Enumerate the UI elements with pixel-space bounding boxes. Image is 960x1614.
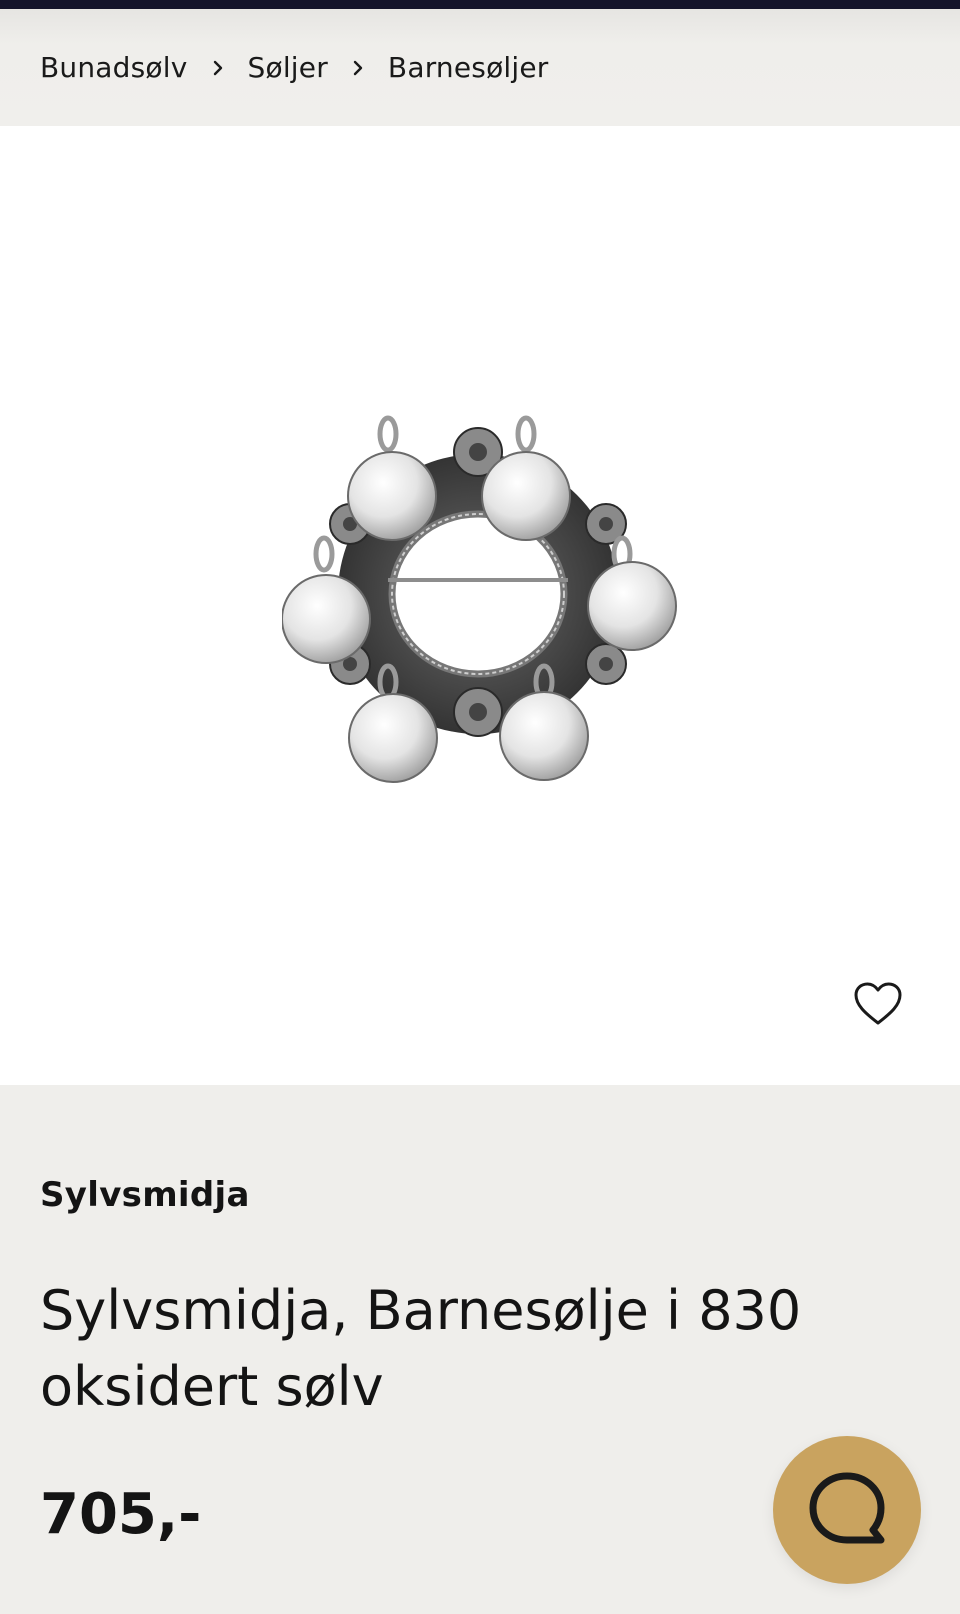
chevron-right-icon xyxy=(328,57,388,78)
chevron-right-icon xyxy=(188,57,248,78)
favorite-button[interactable] xyxy=(850,978,906,1030)
product-brand[interactable]: Sylvsmidja xyxy=(40,1175,250,1215)
product-title: Sylvsmidja, Barnesølje i 830 oksidert sø… xyxy=(40,1273,860,1425)
product-title-line-1: Sylvsmidja, Barnesølje i 830 xyxy=(40,1279,802,1342)
breadcrumb-item-soljer[interactable]: Søljer xyxy=(248,51,328,84)
chat-bubble-icon xyxy=(809,1472,885,1544)
top-status-bar xyxy=(0,0,960,9)
product-title-line-2: oksidert sølv xyxy=(40,1355,384,1418)
brooch-product-image xyxy=(282,415,677,783)
breadcrumb: Bunadsølv Søljer Barnesøljer xyxy=(0,9,960,126)
breadcrumb-item-bunadsolv[interactable]: Bunadsølv xyxy=(40,51,188,84)
chat-button[interactable] xyxy=(773,1436,921,1584)
product-price: 705,- xyxy=(40,1482,202,1547)
breadcrumb-item-barnesoljer[interactable]: Barnesøljer xyxy=(388,51,549,84)
heart-outline-icon xyxy=(854,982,902,1025)
